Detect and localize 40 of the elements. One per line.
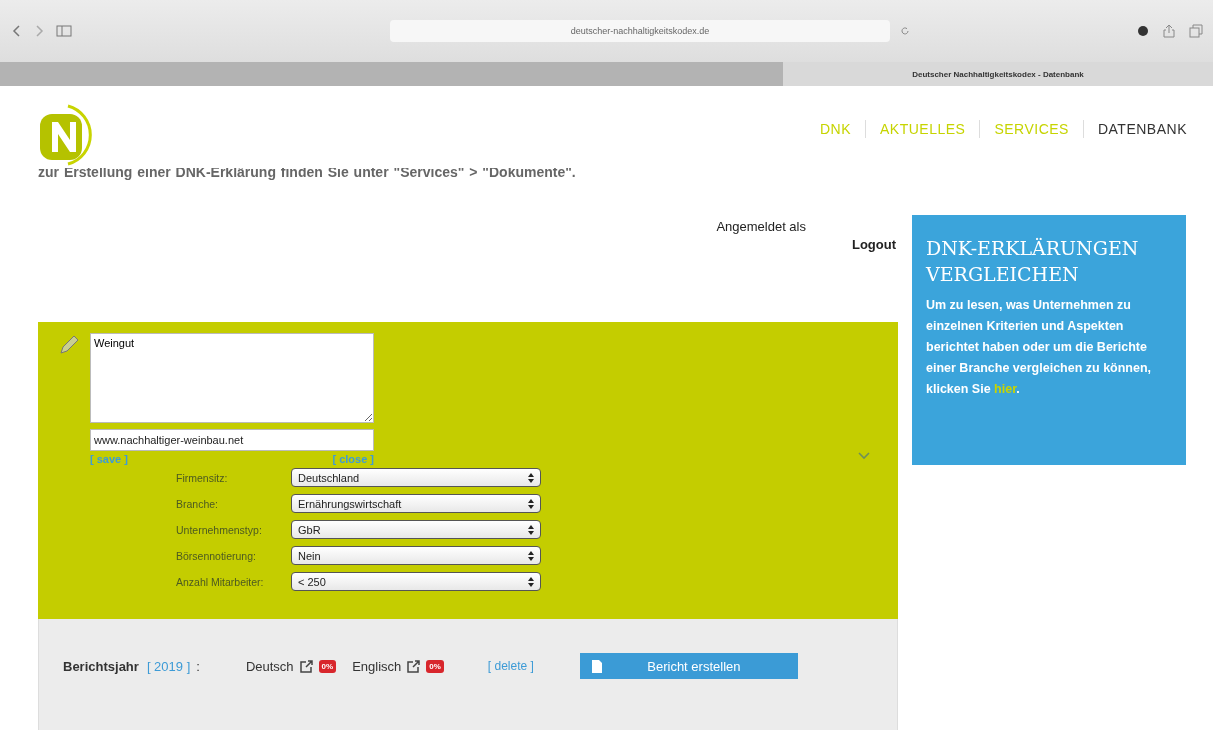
field-label: Anzahl Mitarbeiter: <box>176 575 265 588</box>
share-icon[interactable] <box>1163 24 1175 38</box>
external-link-icon[interactable] <box>299 659 313 673</box>
report-year-label: Berichtsjahr <box>63 658 139 674</box>
sidebar-icon[interactable] <box>54 23 74 39</box>
url-text: deutscher-nachhaltigkeitskodex.de <box>570 26 710 36</box>
updown-icon <box>528 576 534 587</box>
company-name-field[interactable]: Weingut <box>90 333 374 423</box>
card-text: Um zu lesen, was Unternehmen zu einzelnen Kriterien und Aspekten berichtet haben oder um die Berichte einer Branche vergleichen zu können, klicken Sie hier. <box>926 297 1153 398</box>
language-label: Englisch <box>352 658 402 674</box>
circle-icon[interactable] <box>1137 25 1149 37</box>
dropdown[interactable]: Ernährungswirtschaft <box>291 494 541 513</box>
browser-tab[interactable]: Deutscher Nachhaltigkeitskodex - Datenbank <box>783 62 1213 86</box>
website-field[interactable]: www.nachhaltiger-weinbau.net <box>90 429 374 451</box>
field-label: Unternehmenstyp: <box>176 523 263 536</box>
reload-icon[interactable] <box>900 26 910 36</box>
updown-icon <box>528 524 534 535</box>
updown-icon <box>528 472 534 483</box>
progress-badge: 0% <box>426 659 444 673</box>
chevron-down-icon[interactable] <box>858 452 870 460</box>
colon-text: : <box>196 658 200 674</box>
document-icon <box>591 659 602 673</box>
pencil-icon[interactable] <box>58 334 80 356</box>
card-title: DNK-ERKLÄRUNGEN VERGLEICHEN <box>926 236 1140 287</box>
tabs-icon[interactable] <box>1189 24 1203 38</box>
dropdown[interactable]: Nein <box>291 546 541 565</box>
language-label: Deutsch <box>245 658 294 674</box>
updown-icon <box>528 550 534 561</box>
dropdown[interactable]: GbR <box>291 520 541 539</box>
login-label: Angemeldet als <box>716 219 806 234</box>
external-link-icon[interactable] <box>407 659 421 673</box>
updown-icon <box>528 498 534 509</box>
logout-link[interactable]: Logout <box>851 237 896 252</box>
dropdown[interactable]: Deutschland <box>291 468 541 487</box>
field-label: Börsennotierung: <box>176 549 257 562</box>
progress-badge: 0% <box>318 659 337 673</box>
nav-link[interactable]: DATENBANK <box>1097 121 1187 137</box>
field-label: Firmensitz: <box>176 471 229 484</box>
dropdown[interactable]: < 250 <box>291 572 541 591</box>
field-label: Branche: <box>176 497 220 510</box>
